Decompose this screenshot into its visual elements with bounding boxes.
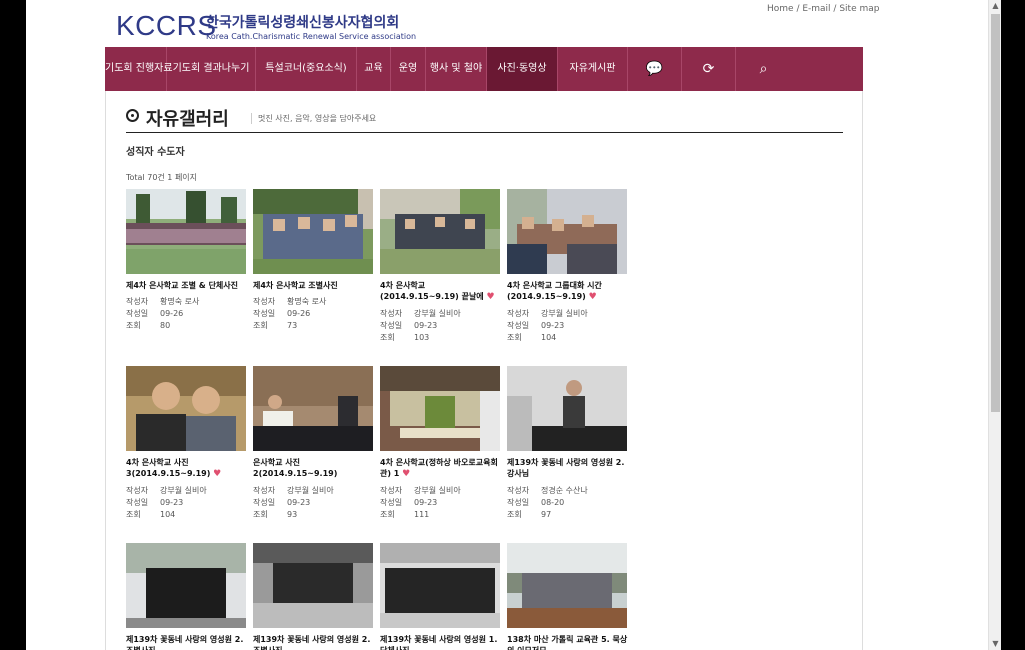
photo-thumbnail[interactable]: [126, 189, 246, 274]
top-links: Home / E-mail / Site map: [767, 4, 880, 14]
target-icon: [126, 109, 139, 122]
page-subtitle: 멋진 사진, 음악, 영상을 담아주세요: [251, 113, 376, 124]
meta-author: 작성자 강부월 실비아: [380, 486, 461, 495]
nav-prayer-results[interactable]: 기도회 결과나누기: [167, 47, 256, 91]
meta-author: 작성자 강부월 실비아: [126, 486, 207, 495]
search-icon[interactable]: ⌕: [736, 47, 791, 91]
photo-thumbnail[interactable]: [380, 543, 500, 628]
meta-author: 작성자 강부월 실비아: [507, 309, 588, 318]
nav-free-board[interactable]: 자유게시판: [558, 47, 628, 91]
meta-views: 조회 111: [380, 510, 430, 519]
window-edge: [1001, 0, 1025, 650]
logo-short: KCCRS: [116, 10, 217, 41]
photo-thumbnail[interactable]: [126, 366, 246, 451]
meta-date: 작성일 09-26: [253, 309, 311, 318]
nav-events[interactable]: 행사 및 철야: [426, 47, 487, 91]
vertical-scrollbar[interactable]: ▲ ▼: [988, 0, 1002, 650]
meta-date: 작성일 09-23: [253, 498, 311, 507]
page-title: 자유갤러리: [146, 109, 229, 130]
nav-special-corner[interactable]: 특설코너(중요소식): [256, 47, 357, 91]
meta-views: 조회 80: [126, 321, 171, 330]
photo-thumbnail[interactable]: [380, 366, 500, 451]
photo-thumbnail[interactable]: [253, 543, 373, 628]
post-title[interactable]: 제139차 꽃동네 사랑의 영성원 1. 단체사진: [380, 634, 502, 650]
home-link[interactable]: Home: [767, 4, 794, 14]
post-title[interactable]: 제139차 꽃동네 사랑의 영성원 2. 조별사진: [253, 634, 375, 650]
meta-date: 작성일 09-23: [380, 321, 438, 330]
meta-date: 작성일 08-20: [507, 498, 565, 507]
nav-prayer-materials[interactable]: 기도회 진행자료: [105, 47, 173, 91]
sitemap-link[interactable]: Site map: [839, 4, 879, 14]
heart-icon: ♥: [486, 292, 495, 302]
post-title[interactable]: 제139차 꽃동네 사랑의 영성원 2. 조별사진: [126, 634, 248, 650]
refresh-icon[interactable]: ⟳: [682, 47, 736, 91]
meta-date: 작성일 09-23: [507, 321, 565, 330]
meta-author: 작성자 강부월 실비아: [253, 486, 334, 495]
email-link[interactable]: E-mail: [802, 4, 830, 14]
nav-education[interactable]: 교육: [357, 47, 391, 91]
post-title[interactable]: 제4차 은사학교 조별사진: [253, 280, 375, 291]
meta-views: 조회 73: [253, 321, 298, 330]
chat-icon[interactable]: 💬: [628, 47, 682, 91]
meta-date: 작성일 09-23: [380, 498, 438, 507]
photo-thumbnail[interactable]: [380, 189, 500, 274]
meta-views: 조회 97: [507, 510, 552, 519]
post-title[interactable]: 4차 은사학교 그룹대화 시간 (2014.9.15~9.19) ♥: [507, 280, 629, 303]
photo-thumbnail[interactable]: [507, 189, 627, 274]
nav-operation[interactable]: 운영: [391, 47, 426, 91]
meta-views: 조회 104: [507, 333, 557, 342]
meta-author: 작성자 정경순 수산나: [507, 486, 588, 495]
main-nav: 기도회 진행자료 기도회 결과나누기 특설코너(중요소식) 교육 운영 행사 및…: [105, 47, 863, 91]
meta-date: 작성일 09-26: [126, 309, 184, 318]
nav-photo-video[interactable]: 사진·동영상: [487, 47, 558, 91]
meta-views: 조회 104: [126, 510, 176, 519]
photo-thumbnail[interactable]: [507, 366, 627, 451]
photo-thumbnail[interactable]: [253, 366, 373, 451]
page: Home / E-mail / Site map KCCRS 한국가톨릭성령쇄신…: [26, 0, 988, 650]
meta-author: 작성자 강부월 실비아: [380, 309, 461, 318]
logo-english-name: Korea Cath.Charismatic Renewal Service a…: [206, 32, 417, 41]
photo-thumbnail[interactable]: [253, 189, 373, 274]
post-title[interactable]: 제4차 은사학교 조별 & 단체사진: [126, 280, 248, 291]
heart-icon: ♥: [213, 469, 222, 479]
meta-views: 조회 93: [253, 510, 298, 519]
meta-author: 작성자 황명숙 로사: [126, 297, 200, 306]
scrollbar-thumb[interactable]: [991, 14, 1000, 412]
post-title[interactable]: 은사학교 사진 2(2014.9.15~9.19): [253, 457, 375, 479]
post-title[interactable]: 제139차 꽃동네 사랑의 영성원 2. 강사님: [507, 457, 629, 479]
total-count: Total 70건 1 페이지: [126, 173, 198, 182]
title-divider: [126, 132, 843, 133]
photo-thumbnail[interactable]: [126, 543, 246, 628]
meta-views: 조회 103: [380, 333, 430, 342]
meta-date: 작성일 09-23: [126, 498, 184, 507]
photo-thumbnail[interactable]: [507, 543, 627, 628]
gallery-content: 자유갤러리 멋진 사진, 음악, 영상을 담아주세요 성직자 수도자 Total…: [105, 91, 863, 650]
post-title[interactable]: 4차 은사학교(2014.9.15~9.19) 끝날에 ♥: [380, 280, 502, 303]
heart-icon: ♥: [402, 469, 411, 479]
category-title: 성직자 수도자: [126, 147, 185, 158]
heart-icon: ♥: [588, 292, 597, 302]
meta-author: 작성자 황명숙 로사: [253, 297, 327, 306]
post-title[interactable]: 138차 마산 가톨릭 교육관 5. 묵상의 이모저모: [507, 634, 629, 650]
logo-korean-name: 한국가톨릭성령쇄신봉사자협의회: [206, 15, 400, 31]
post-title[interactable]: 4차 은사학교(정하상 바오로교육회관) 1 ♥: [380, 457, 502, 480]
post-title[interactable]: 4차 은사학교 사진 3(2014.9.15~9.19) ♥: [126, 457, 248, 480]
